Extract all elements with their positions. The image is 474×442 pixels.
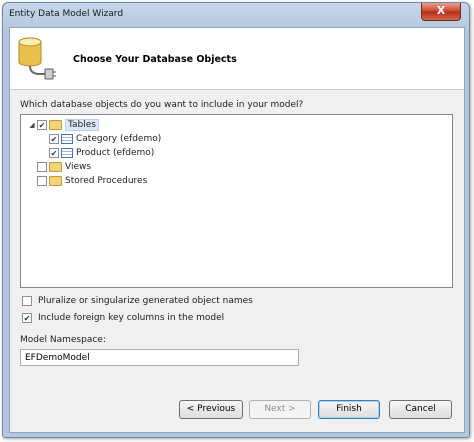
tree-item-product[interactable]: Product (efdemo) [49,146,154,160]
tables-checkbox[interactable] [37,120,47,130]
wizard-header: Choose Your Database Objects [10,28,464,90]
stored-procedures-checkbox[interactable] [37,176,47,186]
next-button[interactable]: Next > [249,400,311,419]
wizard-window: Entity Data Model Wizard X Choose Your D… [2,2,470,438]
product-checkbox[interactable] [49,148,59,158]
table-icon [61,134,73,144]
namespace-label: Model Namespace: [20,335,106,345]
category-label: Category (efdemo) [76,134,162,144]
views-checkbox[interactable] [37,162,47,172]
finish-button[interactable]: Finish [318,400,380,419]
window-title: Entity Data Model Wizard [9,9,124,19]
foreign-keys-checkbox[interactable] [22,313,32,323]
collapse-arrow-icon[interactable]: ◢ [27,121,37,129]
close-icon: X [436,4,446,17]
stored-procedures-label: Stored Procedures [65,176,148,186]
category-checkbox[interactable] [49,134,59,144]
namespace-input[interactable] [20,349,299,366]
database-objects-tree[interactable]: ◢ Tables Category (efdemo) Product (efde… [20,114,453,288]
pluralize-checkbox[interactable] [22,296,32,306]
dialog-client: Choose Your Database Objects Which datab… [9,27,465,433]
objects-question-label: Which database objects do you want to in… [20,100,304,110]
tree-item-tables[interactable]: ◢ Tables [27,118,99,132]
title-bar[interactable]: Entity Data Model Wizard X [3,3,469,27]
product-label: Product (efdemo) [76,148,155,158]
folder-icon [49,162,62,172]
pluralize-option[interactable]: Pluralize or singularize generated objec… [22,296,253,306]
cancel-button[interactable]: Cancel [389,400,452,419]
pluralize-label: Pluralize or singularize generated objec… [38,296,253,306]
tree-item-stored-procedures[interactable]: Stored Procedures [37,174,147,188]
table-icon [61,148,73,158]
folder-icon [49,120,62,130]
foreign-keys-option[interactable]: Include foreign key columns in the model [22,313,224,323]
foreign-keys-label: Include foreign key columns in the model [38,313,225,323]
tree-item-category[interactable]: Category (efdemo) [49,132,161,146]
close-button[interactable]: X [421,3,461,21]
tree-item-views[interactable]: Views [37,160,91,174]
views-label: Views [65,162,92,172]
page-title: Choose Your Database Objects [73,54,237,65]
previous-button[interactable]: < Previous [179,400,243,419]
tables-label: Tables [65,119,99,131]
folder-icon [49,176,62,186]
database-plug-icon [18,37,56,80]
